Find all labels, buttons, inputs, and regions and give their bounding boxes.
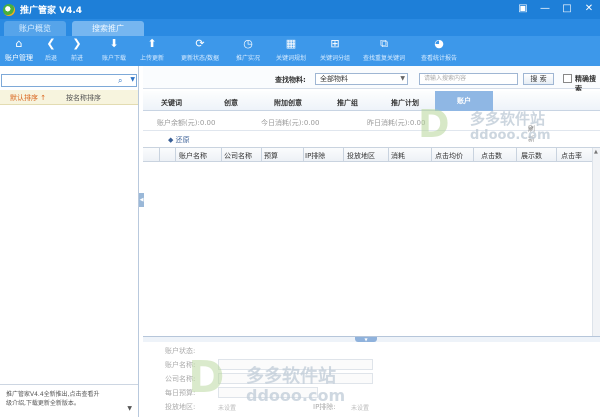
column-header[interactable]: 点击数 <box>481 151 502 161</box>
clock-icon: ◷ <box>243 37 253 50</box>
toolbar-keyword-group-button[interactable]: ⊞ 关键词分组 <box>312 37 358 63</box>
search-bar: 查找物料: 全部物料 ▼ 请输入搜索内容 搜 索 精确搜索 <box>143 66 600 93</box>
search-button[interactable]: 搜 索 <box>523 73 554 85</box>
download-icon: ⬇ <box>109 37 119 50</box>
account-sidebar: ⌕ ▼ 默认排序 ↑ 按名称排序 推广管家V4.4全新推出,点击查看升 级介绍,… <box>0 66 139 417</box>
tab-extra-creatives[interactable]: 附加创意 <box>274 98 302 108</box>
minimize-button[interactable]: — <box>538 2 552 16</box>
group-icon: ⊞ <box>330 37 340 50</box>
watermark-brand: 多多软件站 <box>470 110 546 128</box>
title-bar: 推广管家 V4.4 ▣ — □ ✕ <box>0 0 600 19</box>
tab-search-promotion[interactable]: 搜索推广 <box>72 21 144 36</box>
toolbar-live-button[interactable]: ◷ 推广实况 <box>228 37 268 63</box>
report-icon: ◕ <box>434 37 444 50</box>
restore-button[interactable]: ◆ 还原 <box>168 135 190 145</box>
sidebar-search-input[interactable]: ⌕ ▼ <box>1 74 137 87</box>
search-icon[interactable]: ⌕ <box>118 76 127 85</box>
column-header[interactable]: 展示数 <box>521 151 542 161</box>
maximize-button[interactable]: □ <box>560 2 574 16</box>
toolbar-upload-button[interactable]: ⬆ 上传更新 <box>132 37 172 63</box>
main-toolbar: ⌂ 账户管理 ❮ 后退 ❯ 前进 ⬇ 账户下载 ⬆ 上传更新 ⟳ 更新状态/数据… <box>0 36 600 66</box>
toolbar-back-button[interactable]: ❮ 后退 <box>38 37 64 63</box>
sort-by-name-button[interactable]: 按名称排序 <box>66 93 101 103</box>
yesterday-spend: 昨日消耗(元):0.00 <box>367 119 426 127</box>
table-scrollbar[interactable] <box>592 148 600 336</box>
skin-menu-icon[interactable]: ▣ <box>516 2 530 16</box>
region-value: 未设置 <box>218 405 237 412</box>
toolbar-duplicate-keyword-button[interactable]: ⧉ 查找重复关键词 <box>356 37 412 63</box>
ip-exclude-value: 未设置 <box>351 405 370 412</box>
column-header[interactable]: 预算 <box>264 151 278 161</box>
close-button[interactable]: ✕ <box>582 2 596 16</box>
app-logo-icon <box>3 3 15 16</box>
toolbar-download-button[interactable]: ⬇ 账户下载 <box>94 37 134 63</box>
refresh-icon: ⟳ <box>195 37 205 50</box>
chevron-down-icon[interactable]: ▼ <box>127 405 132 412</box>
back-icon: ❮ <box>46 37 56 50</box>
column-header[interactable]: 公司名称 <box>224 151 252 161</box>
column-header[interactable]: 账户名称 <box>179 151 207 161</box>
toolbar-account-manage-button[interactable]: ⌂ 账户管理 <box>2 38 36 63</box>
upload-icon: ⬆ <box>147 37 157 50</box>
watermark-brand: 多多软件站 <box>246 366 336 387</box>
column-header[interactable]: 投放地区 <box>347 151 375 161</box>
tab-account-overview[interactable]: 账户概览 <box>4 21 66 36</box>
toolbar-forward-button[interactable]: ❯ 前进 <box>64 37 90 63</box>
tab-creatives[interactable]: 创意 <box>224 98 238 108</box>
search-scope-label: 查找物料: <box>275 76 306 84</box>
watermark-logo: D <box>418 102 450 146</box>
sort-default-button[interactable]: 默认排序 ↑ <box>10 93 46 103</box>
watermark-url: ddooo.com <box>470 128 551 143</box>
update-notice-line1: 推广管家V4.4全新推出,点击查看升 <box>6 391 100 398</box>
tab-ad-groups[interactable]: 推广组 <box>337 98 358 108</box>
forward-icon: ❯ <box>72 37 82 50</box>
account-balance: 账户余额(元):0.00 <box>157 119 216 127</box>
search-input[interactable]: 请输入搜索内容 <box>419 73 518 85</box>
watermark-url: ddooo.com <box>246 386 346 405</box>
duplicate-icon: ⧉ <box>380 37 388 50</box>
update-notice[interactable]: 推广管家V4.4全新推出,点击查看升 级介绍,下载更新全新版本。 ▼ <box>0 384 138 417</box>
precise-search-checkbox[interactable] <box>563 74 572 83</box>
top-tab-bar: 账户概览 搜索推广 <box>0 19 600 36</box>
watermark-logo: D <box>188 352 225 403</box>
chevron-down-icon[interactable]: ▼ <box>130 76 135 83</box>
today-spend: 今日消耗(元):0.00 <box>261 119 320 127</box>
toolbar-report-button[interactable]: ◕ 查看统计报告 <box>414 37 464 63</box>
window-controls: ▣ — □ ✕ <box>516 2 596 16</box>
column-header[interactable]: 点击率 <box>561 151 582 161</box>
region-label: 投放地区: <box>165 403 196 411</box>
tab-keywords[interactable]: 关键词 <box>161 98 182 108</box>
chevron-down-icon: ▼ <box>400 75 405 82</box>
app-title: 推广管家 V4.4 <box>20 6 83 16</box>
column-header[interactable]: 点击均价 <box>435 151 463 161</box>
update-notice-line2: 级介绍,下载更新全新版本。 <box>6 400 80 407</box>
column-header[interactable]: IP排除 <box>305 151 325 161</box>
toolbar-update-status-button[interactable]: ⟳ 更新状态/数据 <box>172 37 228 63</box>
account-table: 账户名称 公司名称 预算 IP排除 投放地区 消耗 点击均价 点击数 展示数 点… <box>143 147 600 336</box>
sidebar-sort-bar: 默认排序 ↑ 按名称排序 <box>0 90 138 105</box>
home-icon: ⌂ <box>15 37 23 50</box>
table-header: 账户名称 公司名称 预算 IP排除 投放地区 消耗 点击均价 点击数 展示数 点… <box>143 148 600 162</box>
tab-campaigns[interactable]: 推广计划 <box>391 98 419 108</box>
plan-icon: ▦ <box>285 37 297 50</box>
toolbar-keyword-plan-button[interactable]: ▦ 关键词规划 <box>268 37 314 63</box>
search-scope-select[interactable]: 全部物料 ▼ <box>315 73 408 85</box>
column-header[interactable]: 消耗 <box>391 151 405 161</box>
